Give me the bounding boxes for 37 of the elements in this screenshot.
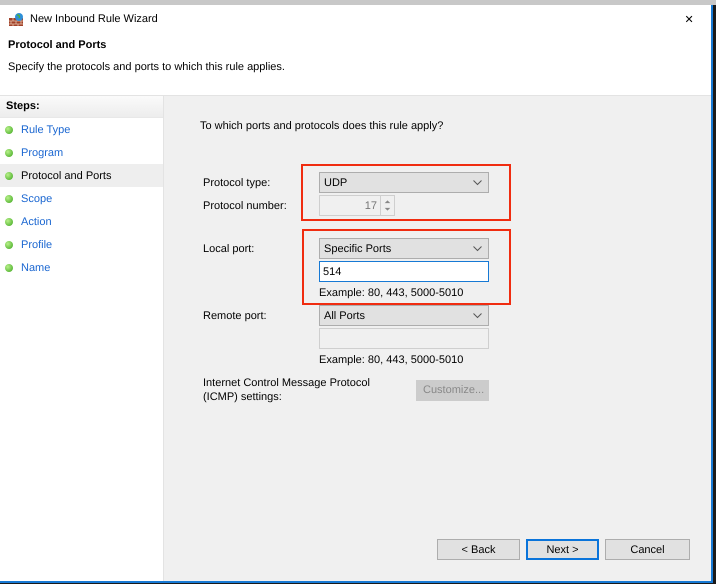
chevron-icon [473,312,482,318]
step-item[interactable]: Scope [0,187,163,210]
wizard-button[interactable]: Next > [526,539,599,560]
field-label: Remote port: [203,310,268,322]
status-dot-icon [5,126,13,134]
status-dot-icon [5,172,13,180]
wizard-button[interactable]: < Back [437,539,520,560]
chevron-icon [473,180,482,186]
wizard-button[interactable]: Cancel [605,539,690,560]
step-item[interactable]: Rule Type [0,118,163,141]
step-item[interactable]: Action [0,210,163,233]
status-dot-icon [5,240,13,248]
local-port-dropdown[interactable]: Specific Ports [319,238,489,259]
field-label: Internet Control Message Protocol (ICMP) settings: [203,376,371,404]
step-item[interactable]: Profile [0,233,163,256]
status-dot-icon [5,194,13,202]
page-heading: Protocol and Ports [8,39,108,51]
example-text: Example: 80, 443, 5000-5010 [319,354,464,366]
field-label: Protocol type: [203,176,272,188]
status-dot-icon [5,218,13,226]
local-port-field[interactable]: 514 [319,261,489,282]
steps-heading: Steps: [0,96,163,118]
close-button[interactable]: ✕ [667,5,711,33]
example-text: Example: 80, 443, 5000-5010 [319,287,464,299]
step-item[interactable]: Name [0,256,163,279]
chevron-icon [473,246,482,252]
field-label: Local port: [203,242,256,254]
window-title: New Inbound Rule Wizard [30,13,159,25]
protocol-type-dropdown[interactable]: UDP [319,172,489,193]
status-dot-icon [5,264,13,272]
firewall-icon [8,12,24,26]
step-item[interactable]: Protocol and Ports [0,164,163,187]
question-text: To which ports and protocols does this rule apply? [200,120,444,132]
status-dot-icon [5,148,13,156]
field-label: Protocol number: [203,200,288,212]
page-description: Specify the protocols and ports to which this rule applies. [8,61,286,73]
step-item[interactable]: Program [0,141,163,164]
